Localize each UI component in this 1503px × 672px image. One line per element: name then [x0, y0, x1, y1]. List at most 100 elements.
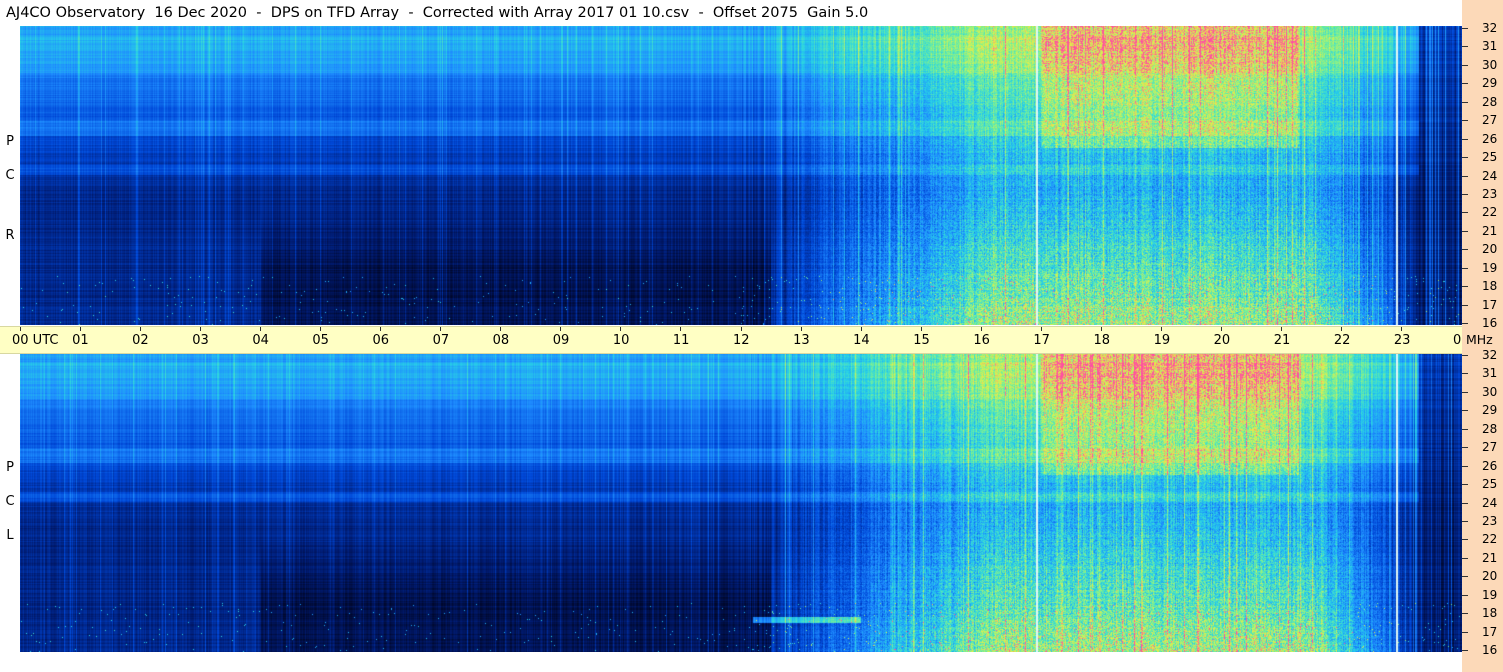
- time-tick-mark: [380, 327, 381, 331]
- rcp-side-label: R C P: [4, 26, 16, 325]
- freq-tick-label: 30: [1482, 384, 1498, 399]
- freq-tick-label: 17: [1482, 624, 1498, 639]
- time-tick-label: 01: [72, 333, 89, 348]
- time-tick-mark: [620, 327, 622, 331]
- time-tick-label: 14: [853, 333, 870, 348]
- time-tick-mark: [800, 327, 802, 331]
- time-tick-label: 13: [793, 333, 810, 348]
- freq-tick-mark: [1462, 46, 1468, 48]
- time-tick-mark: [1161, 327, 1163, 331]
- freq-tick-mark: [1462, 594, 1468, 596]
- freq-tick-label: 23: [1482, 186, 1498, 201]
- time-tick-label: 21: [1273, 333, 1291, 348]
- time-tick-mark: [1401, 327, 1403, 331]
- time-tick-label: 20: [1213, 333, 1231, 348]
- rcp-letter-1: R: [5, 228, 15, 243]
- freq-tick-label: 24: [1482, 495, 1498, 510]
- time-tick-label: 03: [192, 333, 209, 348]
- freq-tick-label: 30: [1482, 57, 1498, 72]
- time-tick-mark: [860, 327, 862, 331]
- time-tick-mark: [19, 327, 21, 331]
- lcp-spectrogram-panel: [20, 353, 1462, 652]
- time-tick-label: 19: [1153, 333, 1171, 348]
- chart-title: AJ4CO Observatory 16 Dec 2020 - DPS on T…: [6, 5, 869, 21]
- freq-tick-mark: [1462, 428, 1468, 430]
- freq-tick-mark: [1462, 484, 1468, 486]
- time-tick-mark: [199, 327, 201, 331]
- freq-tick-mark: [1462, 138, 1468, 140]
- freq-tick-label: 32: [1482, 21, 1498, 35]
- freq-tick-mark: [1462, 410, 1468, 412]
- time-tick-mark: [740, 327, 742, 331]
- freq-tick-label: 29: [1482, 76, 1498, 91]
- freq-tick-label: 17: [1482, 297, 1498, 312]
- freq-tick-label: 26: [1482, 131, 1498, 146]
- freq-tick-label: 25: [1482, 150, 1498, 165]
- time-tick-label: 16: [973, 333, 990, 348]
- time-tick-mark: [1221, 327, 1223, 331]
- freq-tick-mark: [1462, 539, 1468, 541]
- freq-tick-mark: [1462, 120, 1468, 122]
- freq-tick-mark: [1462, 557, 1468, 559]
- freq-tick-label: 28: [1482, 421, 1498, 436]
- freq-tick-label: 19: [1482, 260, 1498, 275]
- freq-tick-mark: [1462, 249, 1468, 251]
- freq-tick-label: 29: [1482, 403, 1498, 418]
- freq-tick-label: 23: [1482, 513, 1498, 528]
- freq-tick-label: 27: [1482, 440, 1498, 455]
- freq-tick-label: 28: [1482, 94, 1498, 109]
- freq-tick-mark: [1462, 631, 1468, 633]
- freq-tick-mark: [1462, 613, 1468, 615]
- lcp-letter-2: C: [5, 494, 15, 509]
- time-tick-label: 11: [672, 333, 690, 348]
- time-tick-mark: [440, 327, 442, 331]
- freq-tick-label: 20: [1482, 242, 1498, 257]
- time-tick-label: 15: [913, 333, 930, 348]
- freq-tick-mark: [1462, 391, 1468, 393]
- freq-tick-mark: [1462, 212, 1468, 214]
- time-tick-label: 00 UTC: [12, 333, 59, 348]
- freq-tick-mark: [1462, 193, 1468, 195]
- time-tick-mark: [920, 327, 922, 331]
- time-tick-mark: [680, 327, 682, 331]
- time-tick-label: 02: [132, 333, 149, 348]
- freq-tick-label: 27: [1482, 113, 1498, 128]
- freq-tick-mark: [1462, 355, 1468, 356]
- time-tick-label: 09: [552, 333, 570, 348]
- freq-tick-label: 22: [1482, 205, 1498, 220]
- time-tick-label: 04: [252, 333, 269, 348]
- time-tick-label: 06: [372, 333, 390, 348]
- time-tick-label: 17: [1033, 333, 1050, 348]
- freq-tick-mark: [1462, 28, 1468, 29]
- freq-tick-mark: [1462, 323, 1468, 324]
- freq-tick-label: 21: [1482, 223, 1498, 238]
- freq-tick-mark: [1462, 465, 1468, 467]
- time-tick-mark: [560, 327, 562, 331]
- freq-tick-mark: [1462, 230, 1468, 232]
- time-tick-mark: [1101, 327, 1102, 331]
- freq-tick-label: 19: [1482, 587, 1498, 602]
- rcp-letter-3: P: [6, 134, 14, 149]
- freq-tick-mark: [1462, 502, 1468, 504]
- time-tick-label: 05: [312, 333, 329, 348]
- mhz-unit-label: MHz: [1466, 332, 1493, 347]
- freq-tick-label: 32: [1482, 348, 1498, 362]
- freq-tick-mark: [1462, 64, 1468, 66]
- lcp-side-label: L C P: [4, 353, 16, 652]
- time-tick-mark: [259, 327, 261, 331]
- time-tick-label: 10: [612, 333, 630, 348]
- freq-tick-label: 18: [1482, 279, 1498, 294]
- freq-tick-label: 24: [1482, 168, 1498, 183]
- lcp-letter-3: P: [6, 460, 14, 475]
- freq-tick-mark: [1462, 286, 1468, 288]
- time-tick-mark: [319, 327, 321, 331]
- time-tick-label: 18: [1093, 333, 1111, 348]
- time-tick-label: 22: [1333, 333, 1351, 348]
- time-tick-mark: [1040, 327, 1042, 331]
- freq-tick-mark: [1462, 101, 1468, 103]
- freq-tick-label: 16: [1482, 316, 1498, 330]
- time-tick-label: 08: [492, 333, 510, 348]
- freq-tick-label: 25: [1482, 477, 1498, 492]
- freq-tick-mark: [1462, 520, 1468, 522]
- lcp-letter-1: L: [6, 528, 14, 543]
